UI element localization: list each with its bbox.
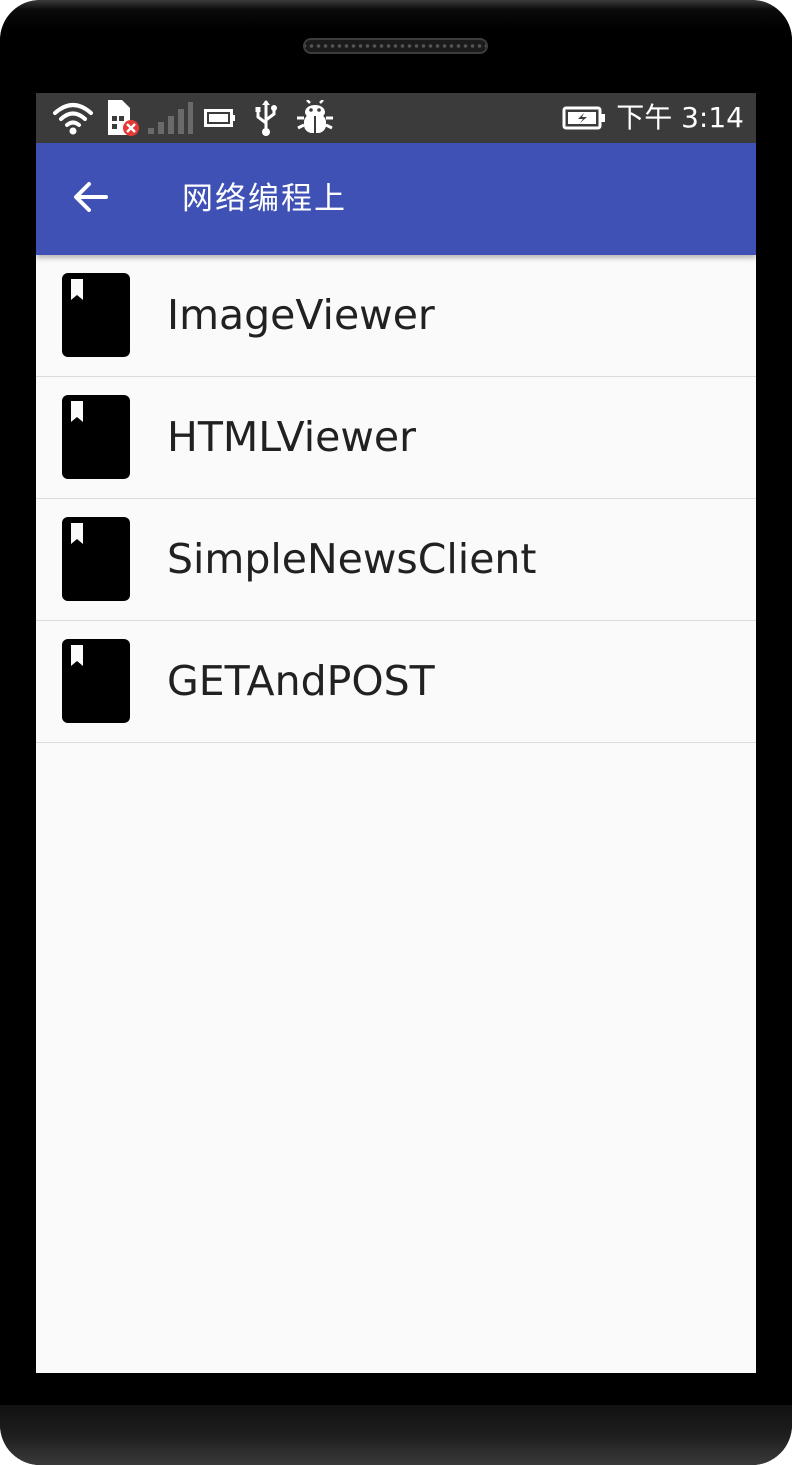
usb-icon (254, 100, 278, 136)
list-item-simplenewsclient[interactable]: SimpleNewsClient (36, 499, 756, 621)
phone-top-bezel (0, 0, 792, 93)
list-item-imageviewer[interactable]: ImageViewer (36, 255, 756, 377)
app-bar: 网络编程上 (36, 143, 756, 255)
status-bar: 下午 3:14 (36, 93, 756, 143)
debug-bug-icon (296, 100, 334, 136)
sim-error-icon (106, 100, 140, 136)
item-list: ImageViewer HTMLViewer SimpleNewsClient … (36, 255, 756, 743)
page-title: 网络编程上 (182, 181, 347, 217)
battery-small-icon (204, 100, 236, 136)
clock: 下午 3:14 (616, 101, 744, 134)
earpiece-speaker (303, 38, 488, 54)
list-item-label: GETAndPOST (167, 657, 435, 705)
bookmark-book-icon (62, 273, 130, 357)
list-item-htmlviewer[interactable]: HTMLViewer (36, 377, 756, 499)
list-item-label: SimpleNewsClient (167, 535, 537, 583)
signal-icon (146, 100, 194, 136)
bookmark-book-icon (62, 395, 130, 479)
list-item-label: ImageViewer (167, 291, 435, 339)
phone-bottom-bezel (0, 1405, 792, 1465)
list-item-getandpost[interactable]: GETAndPOST (36, 621, 756, 743)
battery-charging-icon (562, 100, 606, 136)
list-item-label: HTMLViewer (167, 413, 416, 461)
bookmark-book-icon (62, 517, 130, 601)
wifi-icon (52, 100, 94, 136)
screen: 下午 3:14 网络编程上 ImageViewer HTMLViewer Sim… (36, 93, 756, 1373)
phone-frame: 下午 3:14 网络编程上 ImageViewer HTMLViewer Sim… (0, 0, 792, 1465)
bookmark-book-icon (62, 639, 130, 723)
back-button[interactable] (70, 179, 110, 219)
arrow-left-icon (72, 181, 108, 217)
